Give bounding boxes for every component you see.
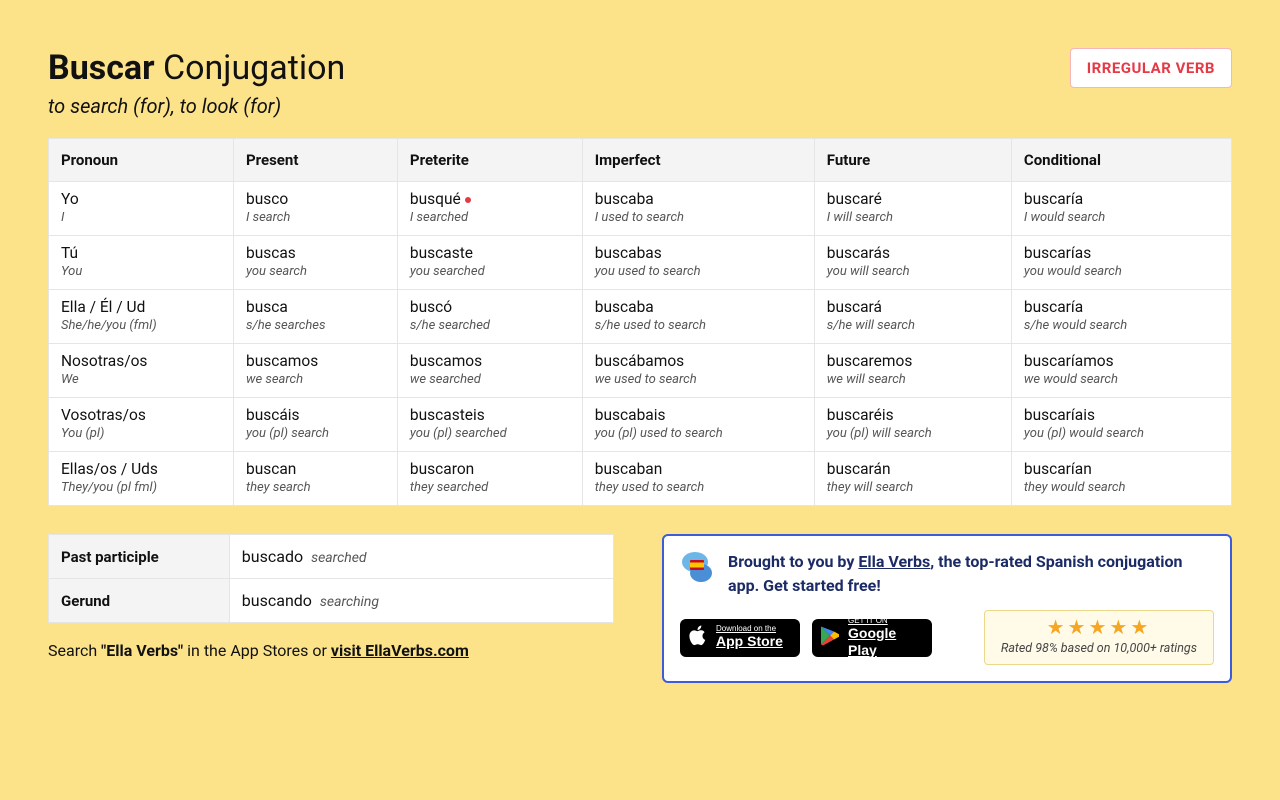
conjugation-cell: buscas/he searches xyxy=(233,290,397,344)
promo-box: Brought to you by Ella Verbs, the top-ra… xyxy=(662,534,1232,683)
conjugation-cell: buscasteisyou (pl) searched xyxy=(397,398,582,452)
conjugation-cell: buscaríasyou would search xyxy=(1011,236,1231,290)
conjugation-cell: buscasteyou searched xyxy=(397,236,582,290)
table-row: TúYoubuscasyou searchbuscasteyou searche… xyxy=(49,236,1232,290)
ella-verbs-link[interactable]: Ella Verbs xyxy=(858,552,930,571)
verb-name: Buscar xyxy=(48,48,155,88)
conjugation-cell: buscamoswe searched xyxy=(397,344,582,398)
conjugation-cell: buscabaI used to search xyxy=(582,182,814,236)
conjugation-cell: buscaríanthey would search xyxy=(1011,452,1231,506)
app-icon xyxy=(680,550,716,586)
rating-text: Rated 98% based on 10,000+ ratings xyxy=(1001,641,1197,656)
conjugation-cell: buscáisyou (pl) search xyxy=(233,398,397,452)
table-header: Preterite xyxy=(397,139,582,182)
conjugation-cell: buscaréI will search xyxy=(814,182,1011,236)
play-icon xyxy=(820,625,840,650)
pronoun-cell: Ella / Él / UdShe/he/you (fml) xyxy=(49,290,234,344)
googleplay-button[interactable]: GET IT ON Google Play xyxy=(812,619,932,657)
conjugation-cell: buscós/he searched xyxy=(397,290,582,344)
conjugation-cell: buscasyou search xyxy=(233,236,397,290)
conjugation-table: PronounPresentPreteriteImperfectFutureCo… xyxy=(48,138,1232,506)
pronoun-cell: TúYou xyxy=(49,236,234,290)
visit-link[interactable]: visit EllaVerbs.com xyxy=(331,641,469,660)
table-header: Pronoun xyxy=(49,139,234,182)
search-quote: "Ella Verbs" xyxy=(101,641,183,660)
pronoun-cell: YoI xyxy=(49,182,234,236)
conjugation-cell: buscabanthey used to search xyxy=(582,452,814,506)
pronoun-cell: Ellas/os / UdsThey/you (pl fml) xyxy=(49,452,234,506)
conjugation-cell: buscaránthey will search xyxy=(814,452,1011,506)
stars-icon: ★★★★★ xyxy=(1001,617,1197,637)
page-title: Buscar Conjugation xyxy=(48,48,345,88)
pronoun-cell: Vosotras/osYou (pl) xyxy=(49,398,234,452)
table-header: Present xyxy=(233,139,397,182)
table-row: Nosotras/osWebuscamoswe searchbuscamoswe… xyxy=(49,344,1232,398)
conjugation-cell: buscaríaI would search xyxy=(1011,182,1231,236)
apple-icon xyxy=(688,624,708,651)
participle-label: Gerund xyxy=(49,579,230,623)
table-row: Ellas/os / UdsThey/you (pl fml)buscanthe… xyxy=(49,452,1232,506)
conjugation-cell: buscarás/he will search xyxy=(814,290,1011,344)
conjugation-cell: buscarásyou will search xyxy=(814,236,1011,290)
participle-value: buscado searched xyxy=(229,535,613,579)
conjugation-cell: buscoI search xyxy=(233,182,397,236)
table-header: Imperfect xyxy=(582,139,814,182)
conjugation-cell: buscamoswe search xyxy=(233,344,397,398)
conjugation-cell: buscaréisyou (pl) will search xyxy=(814,398,1011,452)
table-row: Ella / Él / UdShe/he/you (fml)buscas/he … xyxy=(49,290,1232,344)
conjugation-cell: buscaremoswe will search xyxy=(814,344,1011,398)
rating-box: ★★★★★ Rated 98% based on 10,000+ ratings xyxy=(984,610,1214,665)
promo-text: Brought to you by Ella Verbs, the top-ra… xyxy=(728,550,1214,598)
conjugation-cell: buscaronthey searched xyxy=(397,452,582,506)
conjugation-cell: buscabas/he used to search xyxy=(582,290,814,344)
table-header: Conditional xyxy=(1011,139,1231,182)
conjugation-cell: buscaríaisyou (pl) would search xyxy=(1011,398,1231,452)
participle-label: Past participle xyxy=(49,535,230,579)
verb-translation: to search (for), to look (for) xyxy=(48,94,345,118)
participle-value: buscando searching xyxy=(229,579,613,623)
title-suffix: Conjugation xyxy=(155,48,346,88)
table-row: YoIbuscoI searchbusquéI searchedbuscabaI… xyxy=(49,182,1232,236)
conjugation-cell: buscarías/he would search xyxy=(1011,290,1231,344)
table-header: Future xyxy=(814,139,1011,182)
participle-row: Past participlebuscado searched xyxy=(49,535,614,579)
search-note: Search "Ella Verbs" in the App Stores or… xyxy=(48,641,614,660)
conjugation-cell: buscabaisyou (pl) used to search xyxy=(582,398,814,452)
conjugation-cell: buscanthey search xyxy=(233,452,397,506)
conjugation-cell: buscabasyou used to search xyxy=(582,236,814,290)
participle-row: Gerundbuscando searching xyxy=(49,579,614,623)
irregular-dot-icon xyxy=(465,197,471,203)
appstore-button[interactable]: Download on the App Store xyxy=(680,619,800,657)
participles-table: Past participlebuscado searchedGerundbus… xyxy=(48,534,614,623)
pronoun-cell: Nosotras/osWe xyxy=(49,344,234,398)
conjugation-cell: buscaríamoswe would search xyxy=(1011,344,1231,398)
conjugation-cell: buscábamoswe used to search xyxy=(582,344,814,398)
table-row: Vosotras/osYou (pl)buscáisyou (pl) searc… xyxy=(49,398,1232,452)
conjugation-cell: busquéI searched xyxy=(397,182,582,236)
irregular-badge: IRREGULAR VERB xyxy=(1070,48,1232,88)
